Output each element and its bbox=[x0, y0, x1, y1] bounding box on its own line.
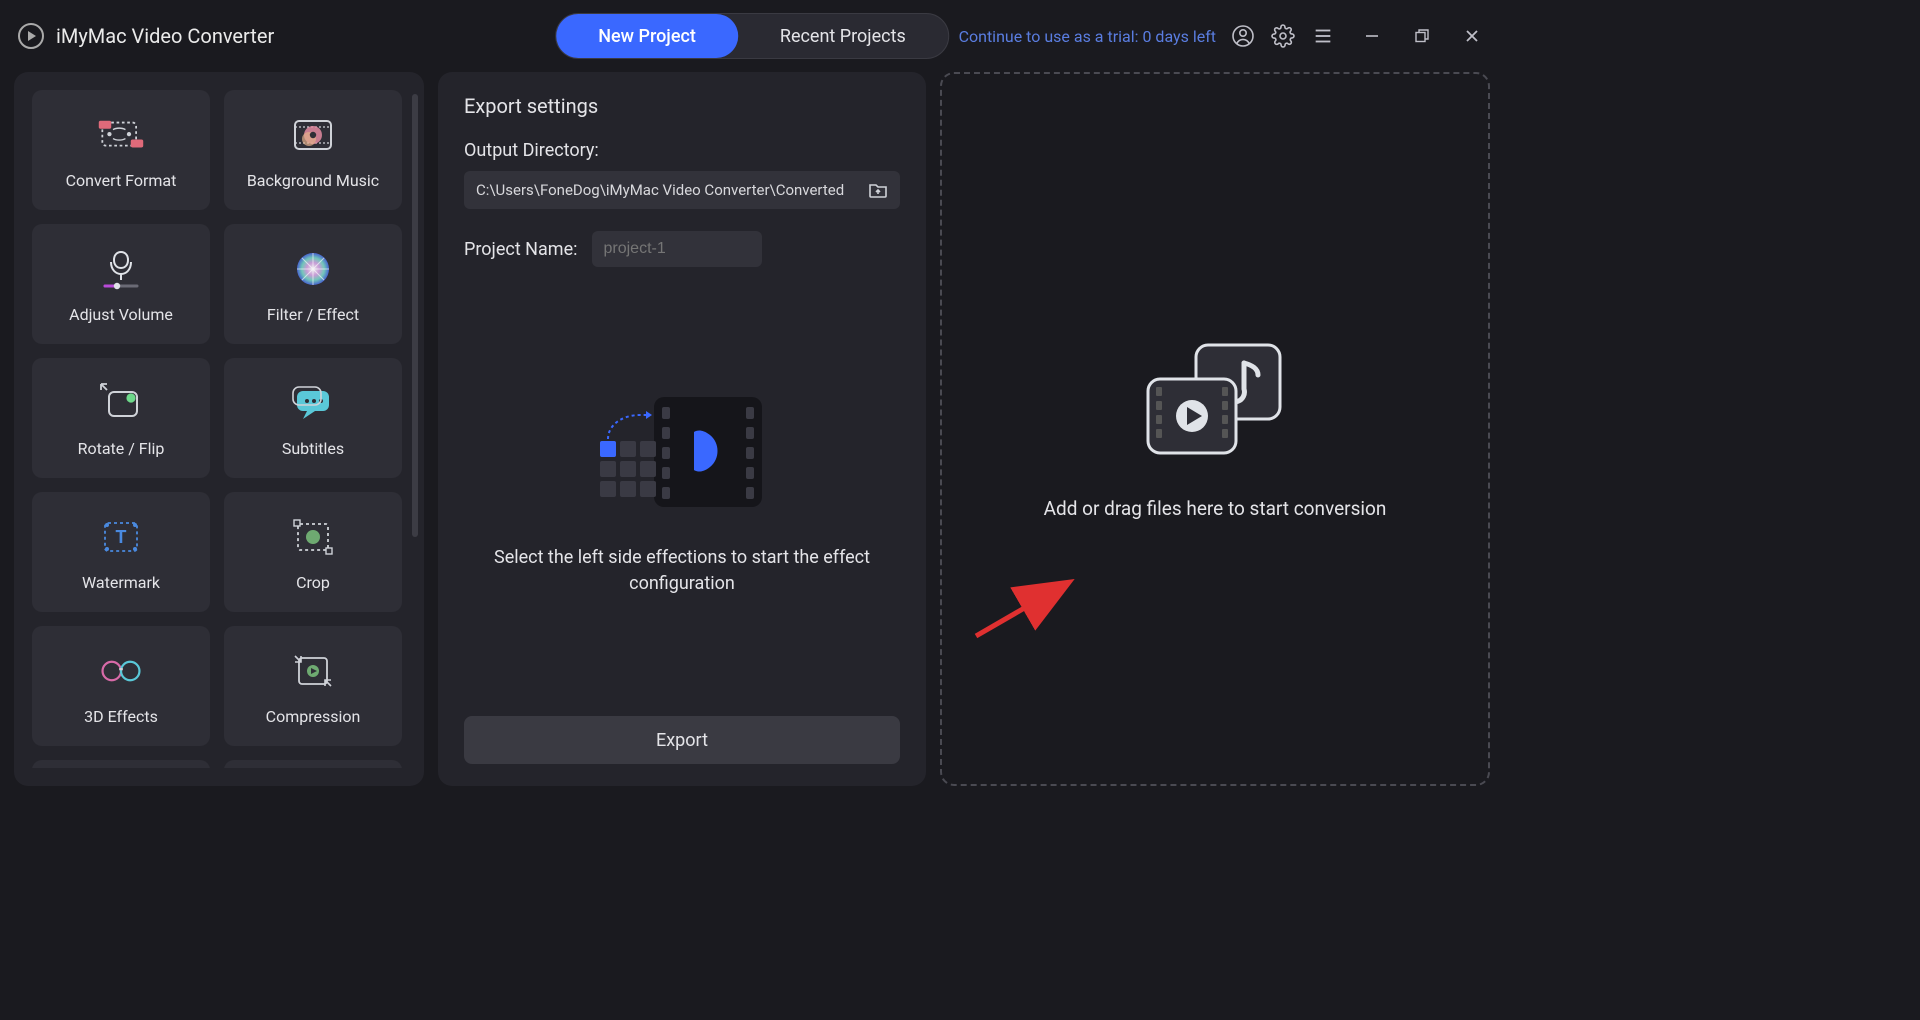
tool-label: Compression bbox=[266, 707, 361, 726]
output-directory-field[interactable]: C:\Users\FoneDog\iMyMac Video Converter\… bbox=[464, 171, 900, 209]
tab-switcher: New Project Recent Projects bbox=[555, 13, 949, 59]
tool-label: Crop bbox=[296, 573, 330, 592]
tool-adjust-volume[interactable]: Adjust Volume bbox=[32, 224, 210, 344]
maximize-button[interactable] bbox=[1408, 22, 1436, 50]
background-music-icon bbox=[289, 111, 337, 159]
file-dropzone[interactable]: Add or drag files here to start conversi… bbox=[940, 72, 1490, 786]
folder-browse-icon[interactable] bbox=[868, 181, 888, 199]
adjust-volume-icon bbox=[97, 245, 145, 293]
subtitles-icon bbox=[289, 379, 337, 427]
tool-subtitles[interactable]: Subtitles bbox=[224, 358, 402, 478]
dropzone-illustration-icon bbox=[1140, 339, 1290, 459]
app-title: iMyMac Video Converter bbox=[56, 24, 274, 48]
export-settings-title: Export settings bbox=[464, 94, 900, 118]
dropzone-text: Add or drag files here to start conversi… bbox=[1044, 497, 1387, 520]
rotate-flip-icon bbox=[97, 379, 145, 427]
tab-recent-projects[interactable]: Recent Projects bbox=[738, 14, 948, 58]
tool-label: 3D Effects bbox=[84, 707, 158, 726]
account-icon[interactable] bbox=[1230, 23, 1256, 49]
tool-crop[interactable]: Crop bbox=[224, 492, 402, 612]
tool-background-music[interactable]: Background Music bbox=[224, 90, 402, 210]
tool-rotate-flip[interactable]: Rotate / Flip bbox=[32, 358, 210, 478]
export-panel: Export settings Output Directory: C:\Use… bbox=[438, 72, 926, 786]
crop-icon bbox=[289, 513, 337, 561]
tool-label: Convert Format bbox=[66, 171, 177, 190]
menu-icon[interactable] bbox=[1310, 23, 1336, 49]
settings-icon[interactable] bbox=[1270, 23, 1296, 49]
tool-compression[interactable]: Compression bbox=[224, 626, 402, 746]
tool-convert-format[interactable]: Convert Format bbox=[32, 90, 210, 210]
tools-panel: Convert Format Background Music Adjust V… bbox=[14, 72, 424, 786]
convert-format-icon bbox=[97, 111, 145, 159]
tool-label: Watermark bbox=[82, 573, 160, 592]
tool-filter-effect[interactable]: Filter / Effect bbox=[224, 224, 402, 344]
project-name-input[interactable] bbox=[592, 231, 762, 267]
watermark-icon: T bbox=[97, 513, 145, 561]
compression-icon bbox=[289, 647, 337, 695]
effect-placeholder-icon bbox=[592, 387, 772, 517]
tool-label: Background Music bbox=[247, 171, 379, 190]
tab-new-project[interactable]: New Project bbox=[556, 14, 738, 58]
effect-config-hint: Select the left side effections to start… bbox=[492, 545, 872, 595]
tool-label: Filter / Effect bbox=[267, 305, 359, 324]
tool-watermark[interactable]: T Watermark bbox=[32, 492, 210, 612]
titlebar: iMyMac Video Converter New Project Recen… bbox=[0, 0, 1504, 72]
tool-id3[interactable]: ID3 bbox=[32, 760, 210, 768]
app-logo-icon bbox=[18, 23, 44, 49]
tool-screenshot[interactable]: Screenshot bbox=[224, 760, 402, 768]
tool-label: Subtitles bbox=[282, 439, 344, 458]
tools-scrollbar[interactable] bbox=[412, 94, 418, 537]
minimize-button[interactable] bbox=[1358, 22, 1386, 50]
dropzone-panel: Add or drag files here to start conversi… bbox=[940, 72, 1490, 786]
trial-status[interactable]: Continue to use as a trial: 0 days left bbox=[959, 27, 1216, 46]
output-directory-value: C:\Users\FoneDog\iMyMac Video Converter\… bbox=[476, 181, 868, 199]
export-button[interactable]: Export bbox=[464, 716, 900, 764]
project-name-label: Project Name: bbox=[464, 239, 578, 260]
close-button[interactable] bbox=[1458, 22, 1486, 50]
3d-effects-icon bbox=[97, 647, 145, 695]
output-directory-label: Output Directory: bbox=[464, 140, 900, 161]
tool-label: Rotate / Flip bbox=[78, 439, 165, 458]
filter-effect-icon bbox=[289, 245, 337, 293]
tool-3d-effects[interactable]: 3D Effects bbox=[32, 626, 210, 746]
effect-config-placeholder: Select the left side effections to start… bbox=[464, 267, 900, 716]
svg-text:T: T bbox=[115, 527, 126, 548]
tool-label: Adjust Volume bbox=[69, 305, 173, 324]
annotation-arrow-icon bbox=[970, 574, 1080, 644]
